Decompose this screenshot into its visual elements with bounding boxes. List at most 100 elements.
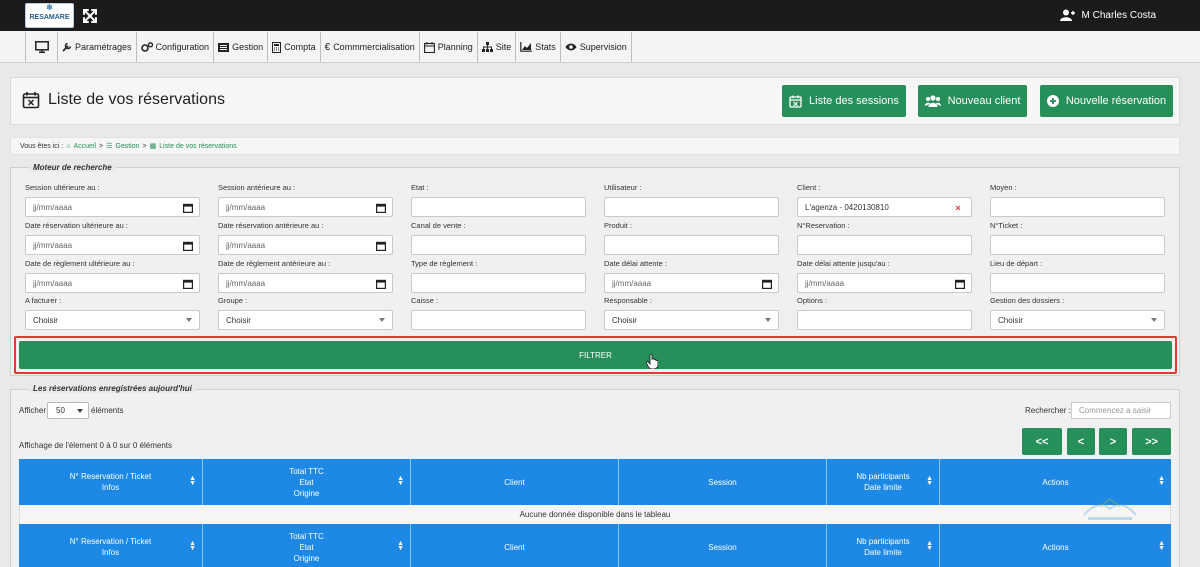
user-menu[interactable]: M Charles Costa <box>1059 9 1156 21</box>
menu-item-label: Gestion <box>232 42 264 52</box>
menu-item-commmercialisation[interactable]: € Commmercialisation <box>321 32 420 62</box>
column-header[interactable]: Client <box>411 459 619 505</box>
text-input[interactable] <box>411 235 586 255</box>
sort-icon[interactable]: ▲ ▼ <box>189 475 196 487</box>
clear-icon[interactable]: × <box>951 202 965 214</box>
calendar-icon[interactable] <box>376 241 387 253</box>
column-header[interactable]: Session <box>619 459 827 505</box>
column-header-label: Origine <box>293 553 320 563</box>
select-dropdown[interactable]: Choisir <box>990 310 1165 330</box>
last-page-button[interactable]: >> <box>1132 428 1171 455</box>
column-header[interactable]: N° Reservation / Ticket Infos ▲ ▼ <box>19 459 203 505</box>
page-size-value: 50 <box>56 406 65 415</box>
column-header[interactable]: Client <box>411 524 619 567</box>
select-dropdown[interactable]: Choisir <box>604 310 779 330</box>
text-input[interactable] <box>411 197 586 217</box>
text-input[interactable] <box>604 197 779 217</box>
calendar-icon[interactable] <box>376 279 387 291</box>
calendar-icon[interactable] <box>376 203 387 215</box>
search-field: Date réservation antérieure au : jj/mm/aa… <box>218 220 393 255</box>
breadcrumb-home[interactable]: Accueil <box>73 143 96 150</box>
select-dropdown[interactable]: Choisir <box>25 310 200 330</box>
client-input[interactable]: L'agenza - 0420130810 × <box>797 197 972 217</box>
date-input[interactable]: jj/mm/aaaa <box>25 235 200 255</box>
sort-icon[interactable]: ▲ ▼ <box>397 475 404 487</box>
menu-item-param-trages[interactable]: Paramétrages <box>58 32 137 62</box>
sort-icon[interactable]: ▲ ▼ <box>1158 540 1165 552</box>
sort-icon[interactable]: ▲ ▼ <box>926 540 933 552</box>
menu-item-supervision[interactable]: Supervision <box>561 32 632 62</box>
search-field: Canal de vente : <box>411 220 586 255</box>
fullscreen-icon[interactable] <box>82 8 98 24</box>
date-input[interactable]: jj/mm/aaaa <box>25 273 200 293</box>
menu-item-planning[interactable]: Planning <box>420 32 478 62</box>
chevron-down-icon <box>77 409 83 413</box>
field-value: jj/mm/aaaa <box>612 278 652 288</box>
sessions-list-button[interactable]: Liste des sessions <box>782 85 906 117</box>
snowflake-icon: ❄ <box>46 3 53 12</box>
sort-icon[interactable]: ▲ ▼ <box>189 540 196 552</box>
date-input[interactable]: jj/mm/aaaa <box>218 197 393 217</box>
text-input[interactable] <box>411 273 586 293</box>
menu-item-gestion[interactable]: Gestion <box>214 32 269 62</box>
page-size-select[interactable]: 50 <box>47 402 89 419</box>
calendar-icon[interactable] <box>762 279 773 291</box>
table-search-input[interactable]: Commencez a saisir <box>1071 402 1171 419</box>
menu-item-label: Commmercialisation <box>333 42 415 52</box>
column-header-label: N° Reservation / Ticket <box>69 472 152 481</box>
first-page-button[interactable]: << <box>1022 428 1062 455</box>
search-field: N°Ticket : <box>990 220 1165 255</box>
filter-button[interactable]: FILTRER <box>19 341 1172 369</box>
text-input[interactable] <box>411 310 586 330</box>
calendar-icon[interactable] <box>955 279 966 291</box>
text-input[interactable] <box>990 273 1165 293</box>
text-input[interactable] <box>797 235 972 255</box>
text-input[interactable] <box>604 235 779 255</box>
search-field: Responsable : Choisir <box>604 295 779 330</box>
search-label: Rechercher : <box>1025 406 1071 415</box>
date-input[interactable]: jj/mm/aaaa <box>604 273 779 293</box>
menu-item-site[interactable]: Site <box>478 32 517 62</box>
monitor-icon <box>34 41 49 53</box>
field-label: Date de règlement antérieure au : <box>218 259 331 268</box>
menu-item-stats[interactable]: Stats <box>516 32 561 62</box>
eye-icon <box>565 43 577 51</box>
column-header[interactable]: Total TTC Etat Origine ▲ ▼ <box>203 524 411 567</box>
text-input[interactable] <box>990 235 1165 255</box>
cogs-icon <box>140 42 153 52</box>
date-input[interactable]: jj/mm/aaaa <box>218 235 393 255</box>
calendar-icon[interactable] <box>183 203 194 215</box>
sort-icon[interactable]: ▲ ▼ <box>1158 475 1165 487</box>
calendar-icon[interactable] <box>183 241 194 253</box>
column-header[interactable]: Actions ▲ ▼ <box>940 524 1171 567</box>
field-value: jj/mm/aaaa <box>226 202 266 212</box>
column-header[interactable]: Nb participants Date limite ▲ ▼ <box>827 524 940 567</box>
breadcrumb: Vous êtes ici : ⌂ Accueil > ☰ Gestion > … <box>10 137 1180 155</box>
date-input[interactable]: jj/mm/aaaa <box>218 273 393 293</box>
menu-item-home[interactable] <box>26 32 58 62</box>
text-input[interactable] <box>797 310 972 330</box>
sort-icon[interactable]: ▲ ▼ <box>926 475 933 487</box>
field-value: jj/mm/aaaa <box>33 240 73 250</box>
column-header[interactable]: Session <box>619 524 827 567</box>
column-header[interactable]: N° Reservation / Ticket Infos ▲ ▼ <box>19 524 203 567</box>
breadcrumb-gestion[interactable]: Gestion <box>115 143 139 150</box>
previous-page-button[interactable]: < <box>1067 428 1095 455</box>
menu-item-compta[interactable]: Compta <box>268 32 321 62</box>
search-field: Date réservation ultérieure au : jj/mm/aa… <box>25 220 200 255</box>
select-dropdown[interactable]: Choisir <box>218 310 393 330</box>
date-input[interactable]: jj/mm/aaaa <box>797 273 972 293</box>
menu-item-configuration[interactable]: Configuration <box>137 32 215 62</box>
chevron-down-icon <box>765 318 771 322</box>
next-page-button[interactable]: > <box>1099 428 1127 455</box>
column-header[interactable]: Total TTC Etat Origine ▲ ▼ <box>203 459 411 505</box>
new-client-button[interactable]: Nouveau client <box>918 85 1027 117</box>
column-header[interactable]: Nb participants Date limite ▲ ▼ <box>827 459 940 505</box>
sort-icon[interactable]: ▲ ▼ <box>397 540 404 552</box>
resamare-logo[interactable]: ❄ RESAMARE <box>25 3 74 28</box>
date-input[interactable]: jj/mm/aaaa <box>25 197 200 217</box>
calendar-icon[interactable] <box>183 279 194 291</box>
new-reservation-button[interactable]: Nouvelle réservation <box>1040 85 1173 117</box>
text-input[interactable] <box>990 197 1165 217</box>
field-value: jj/mm/aaaa <box>226 278 266 288</box>
